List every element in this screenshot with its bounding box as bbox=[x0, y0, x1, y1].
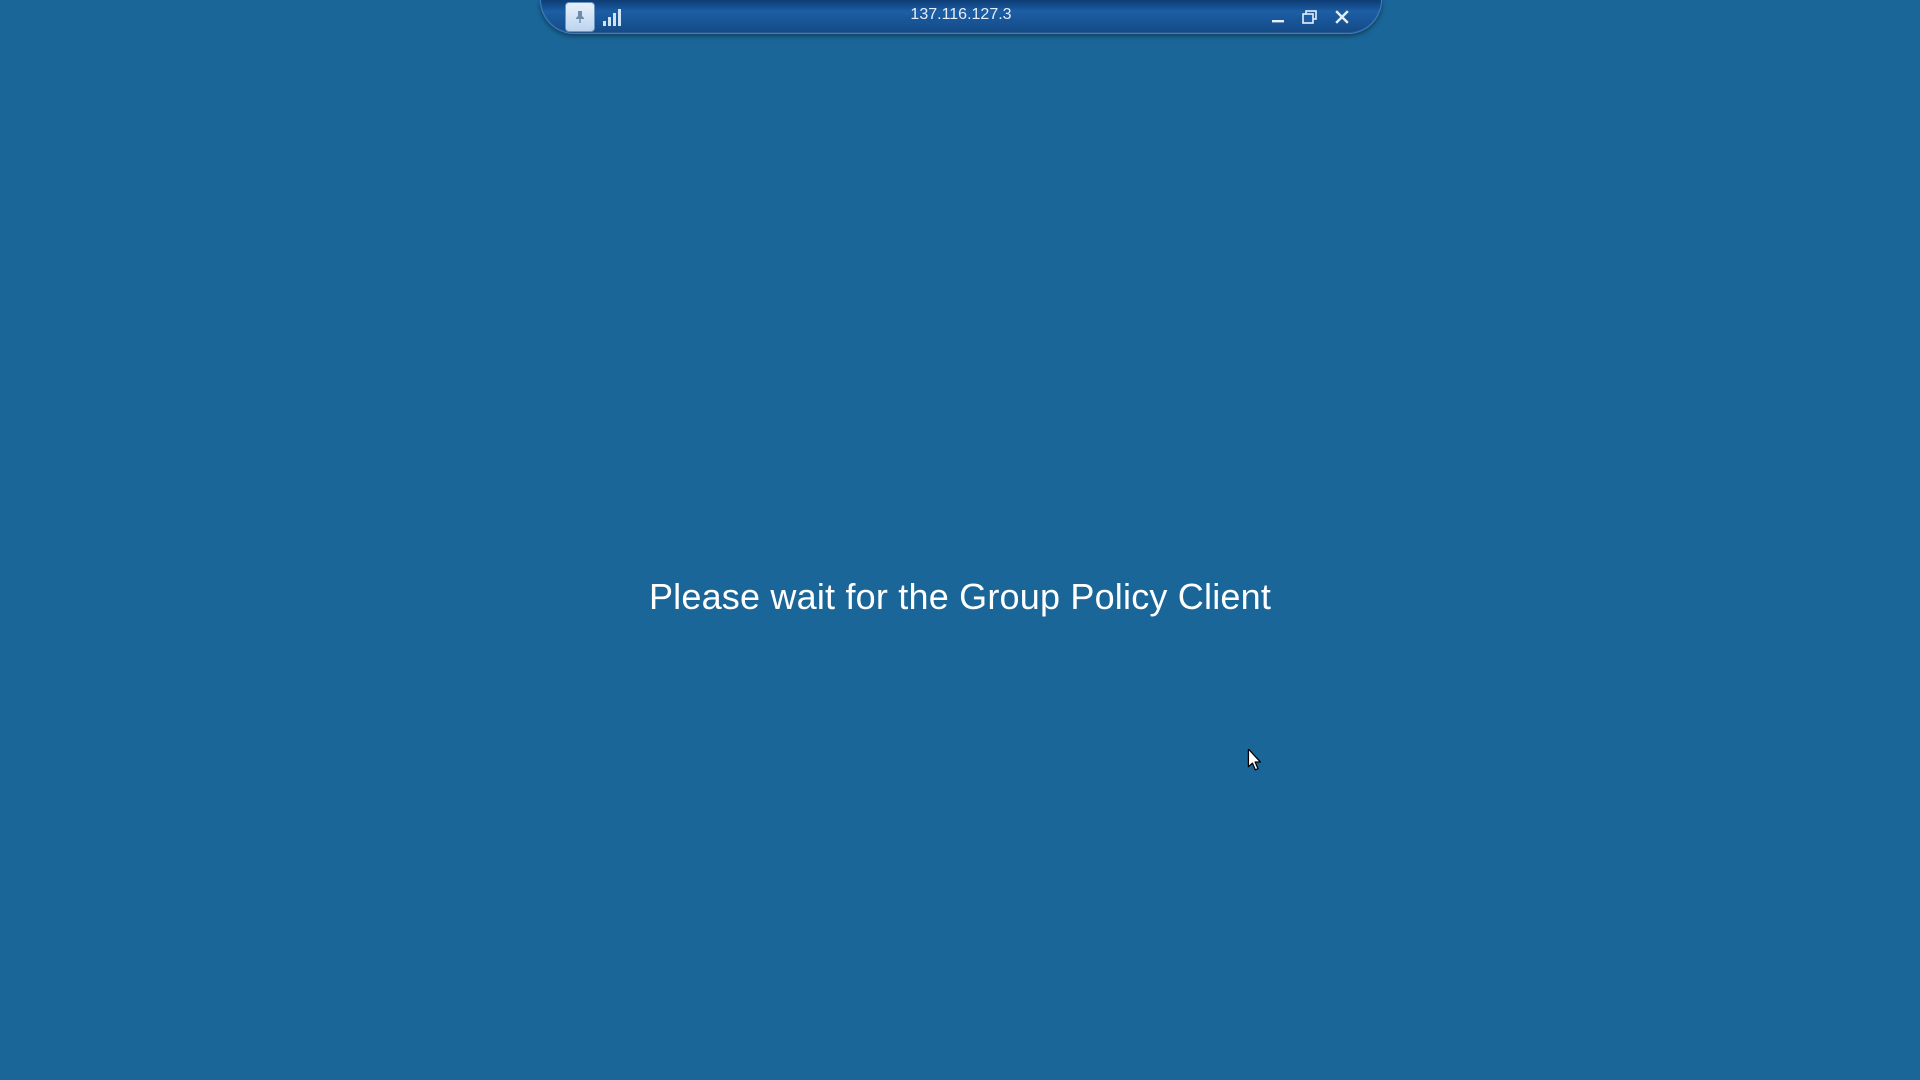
restore-button[interactable] bbox=[1301, 8, 1319, 26]
signal-strength-icon[interactable] bbox=[603, 8, 621, 26]
minimize-icon bbox=[1271, 10, 1285, 24]
pin-button[interactable] bbox=[565, 2, 595, 32]
rdp-bar-right-group bbox=[1269, 8, 1381, 26]
rdp-connection-bar-inner: 137.116.127.3 bbox=[540, 0, 1382, 34]
pin-icon bbox=[573, 10, 587, 24]
rdp-bar-left-group bbox=[541, 2, 621, 32]
mouse-cursor bbox=[1247, 749, 1265, 773]
restore-icon bbox=[1302, 10, 1318, 24]
rdp-host-label: 137.116.127.3 bbox=[541, 6, 1381, 24]
close-icon bbox=[1335, 10, 1349, 24]
remote-desktop-screen: 137.116.127.3 bbox=[0, 0, 1920, 1080]
status-message: Please wait for the Group Policy Client bbox=[649, 576, 1271, 618]
rdp-connection-bar: 137.116.127.3 bbox=[540, 0, 1380, 37]
minimize-button[interactable] bbox=[1269, 8, 1287, 26]
close-button[interactable] bbox=[1333, 8, 1351, 26]
